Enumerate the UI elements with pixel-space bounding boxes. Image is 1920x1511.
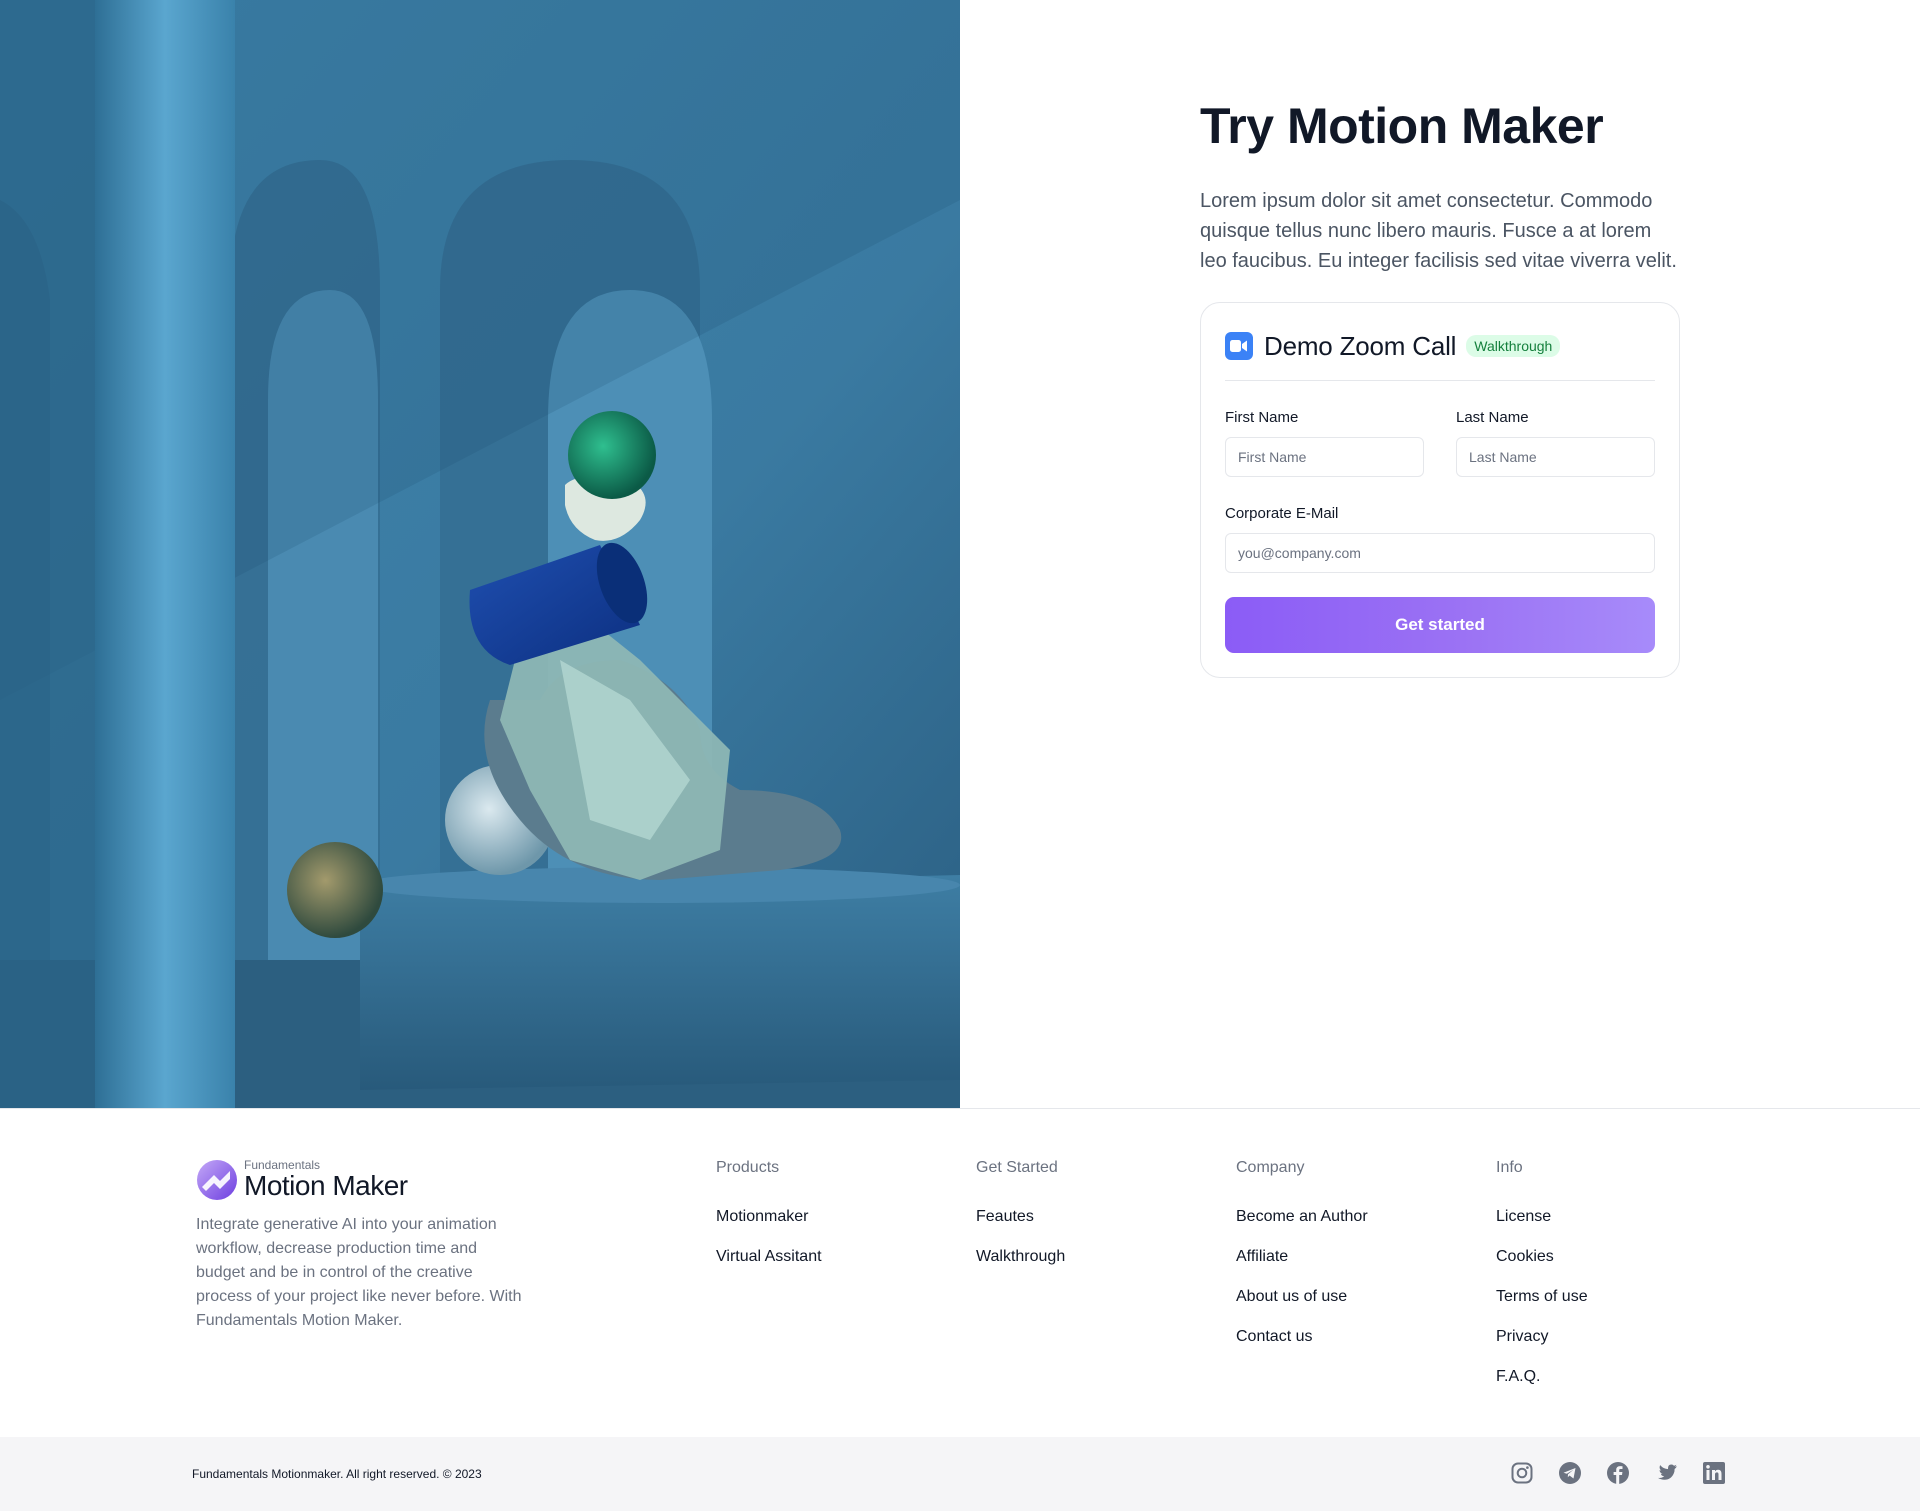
sculpture-illustration	[0, 0, 960, 1108]
footer-link-contact-us[interactable]: Contact us	[1236, 1327, 1456, 1367]
footer-link-become-author[interactable]: Become an Author	[1236, 1207, 1456, 1247]
footer-link-terms[interactable]: Terms of use	[1496, 1287, 1716, 1327]
last-name-label: Last Name	[1456, 409, 1529, 426]
footer-column-heading: Products	[716, 1159, 780, 1176]
footer-link-privacy[interactable]: Privacy	[1496, 1327, 1716, 1367]
footer-brand: Fundamentals Motion Maker Integrate gene…	[196, 1159, 526, 1333]
footer-link-license[interactable]: License	[1496, 1207, 1716, 1247]
footer: Fundamentals Motion Maker Integrate gene…	[0, 1108, 1920, 1511]
motion-maker-logo-icon	[197, 1160, 237, 1200]
first-name-group: First Name	[1225, 409, 1424, 477]
facebook-icon[interactable]	[1606, 1461, 1630, 1485]
brand-name: Motion Maker	[244, 1170, 408, 1201]
footer-column-products: Products Motionmaker Virtual Assitant	[716, 1159, 936, 1287]
walkthrough-badge: Walkthrough	[1466, 335, 1561, 357]
footer-link-list: License Cookies Terms of use Privacy F.A…	[1496, 1207, 1716, 1407]
footer-link-affiliate[interactable]: Affiliate	[1236, 1247, 1456, 1287]
first-name-input[interactable]	[1225, 437, 1424, 477]
page-title: Try Motion Maker	[1200, 98, 1604, 154]
brand-logo-row[interactable]: Fundamentals Motion Maker	[196, 1159, 526, 1201]
footer-link-cookies[interactable]: Cookies	[1496, 1247, 1716, 1287]
brand-text: Fundamentals Motion Maker	[244, 1159, 408, 1201]
footer-link-list: Become an Author Affiliate About us of u…	[1236, 1207, 1456, 1367]
email-label: Corporate E-Mail	[1225, 505, 1339, 522]
name-row: First Name Last Name	[1225, 409, 1655, 477]
copyright-text: Fundamentals Motionmaker. All right rese…	[192, 1467, 482, 1481]
card-title: Demo Zoom Call	[1264, 330, 1457, 361]
footer-link-features[interactable]: Feautes	[976, 1207, 1196, 1247]
first-name-label: First Name	[1225, 409, 1299, 426]
last-name-input[interactable]	[1456, 437, 1655, 477]
brand-description: Integrate generative AI into your animat…	[196, 1216, 522, 1329]
footer-column-heading: Get Started	[976, 1159, 1058, 1176]
footer-link-motionmaker[interactable]: Motionmaker	[716, 1207, 936, 1247]
footer-link-list: Motionmaker Virtual Assitant	[716, 1207, 936, 1287]
footer-link-list: Feautes Walkthrough	[976, 1207, 1196, 1287]
page-description: Lorem ipsum dolor sit amet consectetur. …	[1200, 190, 1677, 272]
demo-card: Demo Zoom Call Walkthrough First Name La…	[1200, 302, 1680, 678]
email-input[interactable]	[1225, 533, 1655, 573]
hero-image	[0, 0, 960, 1108]
card-header: Demo Zoom Call Walkthrough	[1225, 327, 1655, 367]
twitter-icon[interactable]	[1654, 1461, 1678, 1485]
demo-form-area: Try Motion Maker Lorem ipsum dolor sit a…	[1200, 96, 1680, 678]
get-started-button[interactable]: Get started	[1225, 597, 1655, 653]
footer-column-heading: Company	[1236, 1159, 1305, 1176]
footer-column-info: Info License Cookies Terms of use Privac…	[1496, 1159, 1716, 1407]
linkedin-icon[interactable]	[1702, 1461, 1726, 1485]
footer-link-virtual-assistant[interactable]: Virtual Assitant	[716, 1247, 936, 1287]
last-name-group: Last Name	[1456, 409, 1655, 477]
footer-link-walkthrough[interactable]: Walkthrough	[976, 1247, 1196, 1287]
zoom-video-icon	[1225, 332, 1253, 360]
telegram-icon[interactable]	[1558, 1461, 1582, 1485]
footer-column-get-started: Get Started Feautes Walkthrough	[976, 1159, 1196, 1287]
card-divider	[1225, 380, 1655, 381]
email-group: Corporate E-Mail	[1225, 505, 1655, 573]
hero-section: Try Motion Maker Lorem ipsum dolor sit a…	[0, 0, 1920, 1108]
footer-link-about-us[interactable]: About us of use	[1236, 1287, 1456, 1327]
instagram-icon[interactable]	[1510, 1461, 1534, 1485]
footer-column-heading: Info	[1496, 1159, 1523, 1176]
social-links	[1510, 1461, 1726, 1485]
footer-bottom-bar: Fundamentals Motionmaker. All right rese…	[0, 1437, 1920, 1511]
footer-link-faq[interactable]: F.A.Q.	[1496, 1367, 1716, 1407]
footer-column-company: Company Become an Author Affiliate About…	[1236, 1159, 1456, 1367]
